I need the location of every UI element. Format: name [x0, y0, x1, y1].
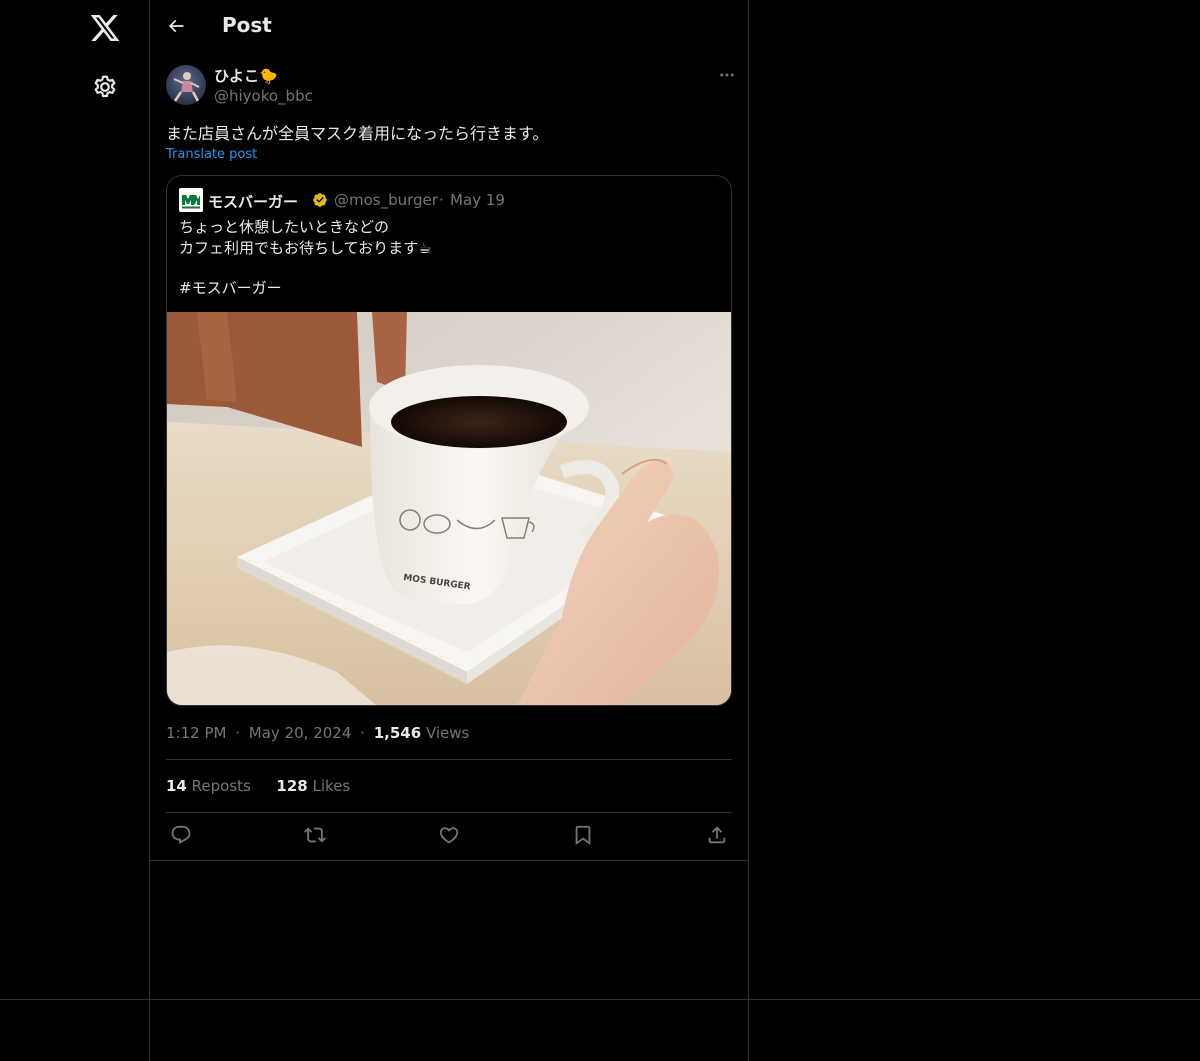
verified-icon	[313, 193, 327, 207]
post-time[interactable]: 1:12 PM	[166, 724, 226, 742]
views-count: 1,546	[373, 724, 422, 742]
likes-count: 128	[276, 777, 308, 795]
more-icon[interactable]	[718, 66, 736, 84]
bottom-divider-vertical	[149, 1000, 150, 1061]
action-bar	[166, 824, 732, 848]
reposts-count: 14	[166, 777, 187, 795]
avatar[interactable]	[166, 65, 206, 105]
quoted-text-line: ちょっと休憩したいときなどの	[179, 218, 390, 236]
gear-icon[interactable]	[92, 74, 118, 100]
post-author: ひよこ🐤 @hiyoko_bbc	[166, 64, 736, 108]
reposts-stat[interactable]: 14 Reposts	[166, 777, 251, 795]
quoted-avatar	[179, 188, 203, 212]
separator-dot: ·	[439, 191, 444, 209]
divider	[166, 812, 732, 813]
separator-dot: ·	[235, 724, 241, 742]
post-header: Post	[150, 0, 748, 53]
translate-post-link[interactable]: Translate post	[166, 147, 257, 162]
coffee-cup-photo[interactable]: MOS BURGER	[167, 312, 731, 706]
quoted-post[interactable]: モスバーガー @mos_burger · May 19 ちょっと休憩したいときな…	[166, 175, 732, 706]
quoted-author-handle: @mos_burger	[334, 191, 438, 209]
page-title: Post	[222, 13, 272, 37]
separator-dot: ·	[360, 724, 365, 742]
reply-icon[interactable]	[170, 824, 192, 846]
divider	[166, 759, 732, 760]
x-logo-icon[interactable]	[89, 12, 121, 44]
post-stats: 14 Reposts 128 Likes	[166, 777, 350, 795]
reposts-label: Reposts	[191, 777, 251, 795]
back-arrow-icon[interactable]	[166, 16, 186, 36]
likes-label: Likes	[312, 777, 351, 795]
views-label: Views	[425, 724, 470, 742]
quoted-hashtag[interactable]: #モスバーガー	[179, 277, 282, 298]
quoted-text-line: カフェ利用でもお待ちしております☕	[179, 239, 432, 257]
bookmark-icon[interactable]	[572, 824, 594, 846]
share-icon[interactable]	[706, 824, 728, 846]
repost-icon[interactable]	[304, 824, 326, 846]
quoted-author-name: モスバーガー	[208, 193, 299, 211]
post-text: また店員さんが全員マスク着用になったら行きます。	[166, 124, 549, 143]
author-name[interactable]: ひよこ🐤	[214, 65, 278, 86]
column-borders	[149, 861, 749, 1061]
chick-emoji: 🐤	[259, 67, 278, 85]
like-icon[interactable]	[438, 824, 460, 846]
post-date[interactable]: May 20, 2024	[249, 724, 352, 742]
left-nav	[0, 0, 150, 1000]
bottom-divider	[0, 999, 1200, 1000]
likes-stat[interactable]: 128 Likes	[276, 777, 350, 795]
author-name-text: ひよこ	[214, 67, 260, 85]
quoted-post-header: モスバーガー @mos_burger · May 19	[179, 188, 719, 212]
post-column: Post ひよこ🐤 @hiyoko_bbc また店員さんが全員マスク着用になった…	[149, 0, 749, 861]
author-handle[interactable]: @hiyoko_bbc	[214, 87, 313, 105]
post-meta: 1:12 PM · May 20, 2024 · 1,546 Views	[166, 724, 469, 742]
quoted-post-date: May 19	[450, 191, 505, 209]
